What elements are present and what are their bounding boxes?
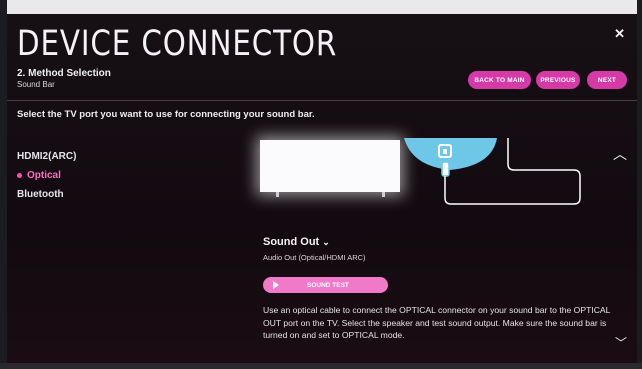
step-title: 2. Method Selection bbox=[17, 68, 111, 79]
play-icon bbox=[273, 281, 279, 289]
port-label: Optical bbox=[27, 170, 61, 181]
description-text: Use an optical cable to connect the OPTI… bbox=[263, 305, 611, 340]
next-button[interactable]: NEXT bbox=[587, 71, 627, 89]
previous-button[interactable]: PREVIOUS bbox=[536, 71, 580, 89]
tv-bezel-top bbox=[0, 0, 642, 14]
chevron-up-icon[interactable]: ︿ bbox=[613, 144, 627, 164]
sound-test-label: SOUND TEST bbox=[307, 281, 349, 289]
instruction-text: Select the TV port you want to use for c… bbox=[17, 109, 315, 120]
sound-out-value: Audio Out (Optical/HDMI ARC) bbox=[263, 253, 366, 262]
page-title: DEVICE CONNECTOR bbox=[17, 24, 338, 64]
tv-bezel-left bbox=[0, 0, 7, 369]
sound-out-label: Sound Out bbox=[263, 236, 320, 248]
tv-illustration bbox=[260, 140, 400, 192]
chevron-down-icon: ⌄ bbox=[322, 236, 330, 247]
tv-bezel-bottom bbox=[0, 363, 642, 369]
device-connector-screen: DEVICE CONNECTOR ✕ 2. Method Selection S… bbox=[7, 14, 637, 363]
header-divider bbox=[7, 100, 637, 101]
back-to-main-button[interactable]: BACK TO MAIN bbox=[468, 71, 531, 89]
port-item-hdmi2-arc[interactable]: HDMI2(ARC) bbox=[17, 147, 76, 166]
port-item-bluetooth[interactable]: Bluetooth bbox=[17, 185, 76, 204]
port-label: HDMI2(ARC) bbox=[17, 151, 77, 162]
tv-stand-right bbox=[382, 192, 385, 197]
sound-test-button[interactable]: SOUND TEST bbox=[263, 277, 388, 293]
port-label: Bluetooth bbox=[17, 189, 64, 200]
port-list: HDMI2(ARC) Optical Bluetooth bbox=[17, 147, 76, 204]
sound-out-dropdown[interactable]: Sound Out ⌄ bbox=[263, 236, 330, 248]
optical-connection-diagram bbox=[404, 138, 581, 205]
tv-bezel-right bbox=[637, 0, 642, 369]
tv-stand-left bbox=[276, 192, 279, 197]
port-item-optical[interactable]: Optical bbox=[17, 166, 76, 185]
step-subtitle: Sound Bar bbox=[17, 80, 55, 89]
chevron-down-icon[interactable]: ﹀ bbox=[615, 334, 627, 351]
close-icon[interactable]: ✕ bbox=[614, 26, 625, 42]
selected-dot-icon bbox=[17, 173, 22, 178]
optical-plug-icon bbox=[441, 161, 450, 177]
